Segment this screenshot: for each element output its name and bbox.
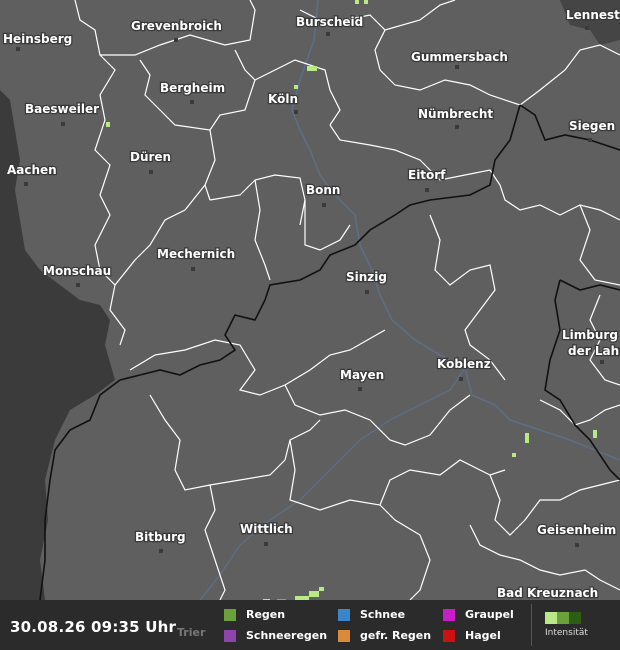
city-label-lennestadt: Lennestadt [566, 8, 620, 22]
city-label-grevenbroich: Grevenbroich [131, 19, 222, 33]
timestamp: 30.08.26 09:35 Uhr [10, 618, 177, 636]
legend-item-hagel: Hagel [443, 629, 501, 642]
city-label-aachen: Aachen [7, 163, 57, 177]
legend-swatch-regen [224, 608, 236, 621]
legend-item-gefr-regen: gefr. Regen [338, 629, 431, 642]
weather-radar-map[interactable]: Heinsberg Grevenbroich Burscheid Lennest… [0, 0, 620, 650]
city-label-mechernich: Mechernich [157, 247, 235, 261]
legend-label-schnee: Schnee [360, 608, 406, 621]
legend-label-graupel: Graupel [465, 608, 514, 621]
intensity-swatch-low [545, 612, 557, 624]
city-label-trier: Trier [177, 626, 206, 639]
city-label-gummersbach: Gummersbach [411, 50, 508, 64]
legend-swatch-hagel [443, 629, 455, 642]
legend-separator [531, 604, 532, 646]
city-label-monschau: Monschau [43, 264, 111, 278]
city-label-dueren: Düren [130, 150, 171, 164]
legend-bar: Trier 30.08.26 09:35 Uhr Regen Schneereg… [0, 600, 620, 650]
city-label-sinzig: Sinzig [346, 270, 387, 284]
legend-label-schneeregen: Schneeregen [246, 629, 328, 642]
city-label-bad-kreuznach: Bad Kreuznach [497, 586, 598, 600]
city-label-koblenz: Koblenz [437, 357, 491, 371]
city-label-bergheim: Bergheim [160, 81, 225, 95]
city-label-heinsberg: Heinsberg [3, 32, 72, 46]
intensity-swatch-medium [557, 612, 569, 624]
legend-item-graupel: Graupel [443, 608, 514, 621]
city-label-der-lahn: der Lahn [568, 344, 620, 358]
legend-swatch-graupel [443, 608, 455, 621]
city-label-limburg: Limburg [562, 328, 618, 342]
legend-item-schnee: Schnee [338, 608, 405, 621]
intensity-scale: Intensität [545, 612, 588, 638]
intensity-swatch-high [569, 612, 581, 624]
intensity-swatches [545, 612, 588, 624]
intensity-label: Intensität [545, 628, 588, 638]
city-label-wittlich: Wittlich [240, 522, 293, 536]
city-label-mayen: Mayen [340, 368, 384, 382]
city-label-nuembrecht: Nümbrecht [418, 107, 493, 121]
legend-item-regen: Regen [224, 608, 285, 621]
city-label-baesweiler: Baesweiler [25, 102, 99, 116]
city-label-geisenheim: Geisenheim [537, 523, 616, 537]
legend-swatch-schnee [338, 608, 350, 621]
city-label-bitburg: Bitburg [135, 530, 186, 544]
legend-item-schneeregen: Schneeregen [224, 629, 327, 642]
city-label-burscheid: Burscheid [296, 15, 363, 29]
legend-swatch-gefr-regen [338, 629, 350, 642]
city-label-eitorf: Eitorf [408, 168, 446, 182]
city-label-koeln: Köln [268, 92, 298, 106]
legend-swatch-schneeregen [224, 629, 236, 642]
city-label-bonn: Bonn [306, 183, 340, 197]
city-label-siegen: Siegen [569, 119, 615, 133]
legend-label-regen: Regen [246, 608, 286, 621]
legend-label-hagel: Hagel [465, 629, 501, 642]
legend-label-gefr-regen: gefr. Regen [360, 629, 432, 642]
